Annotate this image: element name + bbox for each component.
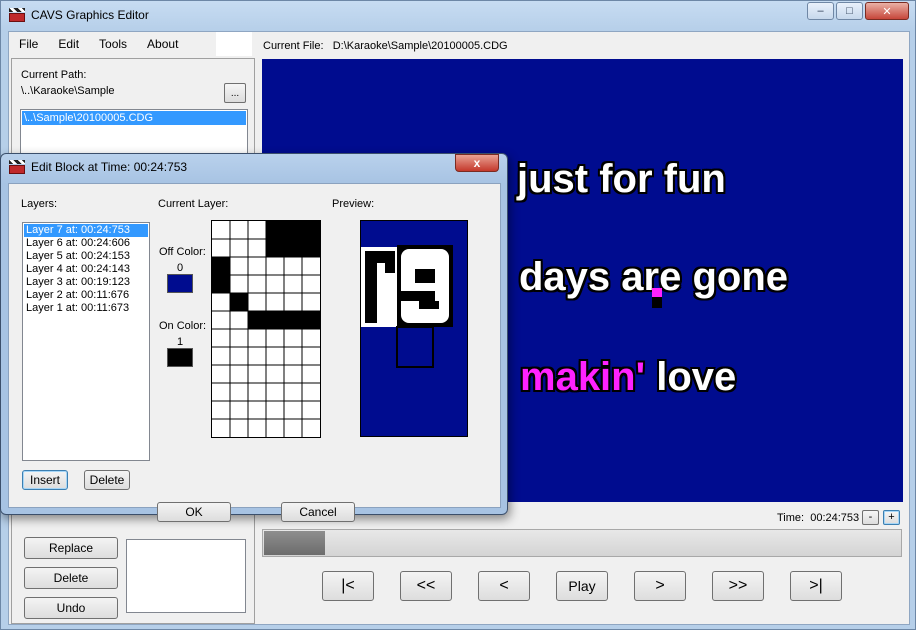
minimize-button[interactable]: – [807, 2, 834, 20]
block-preview [360, 220, 468, 437]
menu-tools[interactable]: Tools [89, 32, 137, 56]
step-back-button[interactable]: < [478, 571, 530, 601]
layer-list-item[interactable]: Layer 7 at: 00:24:753 [24, 224, 148, 237]
time-value: 00:24:753 [810, 512, 860, 524]
title-bar: CAVS Graphics Editor [9, 5, 149, 25]
menu-file[interactable]: File [9, 32, 48, 56]
layers-list[interactable]: Layer 7 at: 00:24:753 Layer 6 at: 00:24:6… [22, 222, 150, 461]
fast-forward-button[interactable]: >> [712, 571, 764, 601]
layer-list-item[interactable]: Layer 5 at: 00:24:153 [24, 250, 148, 263]
pixel-grid-canvas[interactable] [212, 221, 320, 437]
maximize-button[interactable]: □ [836, 2, 863, 20]
dialog-title-bar: Edit Block at Time: 00:24:753 [9, 160, 187, 174]
time-decrement-button[interactable]: - [862, 510, 879, 525]
current-file-caption: Current File: [263, 40, 324, 52]
lyric-line-3-highlighted: makin' [520, 355, 646, 399]
pixel-grid-editor[interactable] [211, 220, 321, 438]
current-path-value: \..\Karaoke\Sample [21, 85, 115, 97]
edit-block-dialog: Edit Block at Time: 00:24:753 x Layers: … [0, 153, 508, 522]
current-file-label: Current File: D:\Karaoke\Sample\20100005… [263, 40, 508, 52]
lyric-line-1: just for fun [517, 157, 726, 202]
close-button[interactable]: ✕ [865, 2, 909, 20]
goto-start-button[interactable]: |< [322, 571, 374, 601]
layer-list-item[interactable]: Layer 2 at: 00:11:676 [24, 289, 148, 302]
current-file-value: D:\Karaoke\Sample\20100005.CDG [332, 40, 508, 52]
clapperboard-icon [9, 160, 25, 174]
lyric-line-3: makin' love [520, 355, 736, 400]
menu-spacer [216, 32, 252, 56]
delete-layer-button[interactable]: Delete [84, 470, 130, 490]
time-readout: Time: 00:24:753 [777, 512, 859, 524]
replace-button[interactable]: Replace [24, 537, 118, 559]
goto-end-button[interactable]: >| [790, 571, 842, 601]
undo-button[interactable]: Undo [24, 597, 118, 619]
window-title: CAVS Graphics Editor [31, 8, 149, 22]
menu-edit[interactable]: Edit [48, 32, 89, 56]
rewind-button[interactable]: << [400, 571, 452, 601]
timeline-thumb[interactable] [264, 531, 325, 555]
on-color-index: 1 [177, 336, 184, 348]
preview-label: Preview: [332, 198, 375, 210]
time-caption: Time: [777, 512, 805, 524]
ok-button[interactable]: OK [157, 502, 231, 522]
current-path-label: Current Path: [21, 69, 87, 81]
timeline-track[interactable] [262, 529, 902, 557]
layer-list-item[interactable]: Layer 6 at: 00:24:606 [24, 237, 148, 250]
layer-list-item[interactable]: Layer 1 at: 00:11:673 [24, 302, 148, 315]
lyric-line-3-text: love [645, 355, 737, 399]
cancel-button[interactable]: Cancel [281, 502, 355, 522]
window-controls: – □ ✕ [807, 2, 909, 20]
time-increment-button[interactable]: + [883, 510, 900, 525]
play-button[interactable]: Play [556, 571, 608, 601]
layer-list-item[interactable]: Layer 4 at: 00:24:143 [24, 263, 148, 276]
on-color-label: On Color: [159, 320, 207, 332]
dialog-close-button[interactable]: x [455, 154, 499, 172]
file-list-item[interactable]: \..\Sample\20100005.CDG [22, 111, 246, 125]
on-color-swatch[interactable] [167, 348, 193, 367]
off-color-index: 0 [177, 262, 184, 274]
history-list[interactable] [126, 539, 246, 613]
clapperboard-icon [9, 8, 25, 22]
dialog-title: Edit Block at Time: 00:24:753 [31, 160, 188, 174]
menu-bar: File Edit Tools About [9, 32, 252, 56]
menu-about[interactable]: About [137, 32, 188, 56]
preview-canvas [361, 245, 453, 368]
off-color-label: Off Color: [159, 246, 206, 258]
insert-layer-button[interactable]: Insert [22, 470, 68, 490]
step-forward-button[interactable]: > [634, 571, 686, 601]
delete-button[interactable]: Delete [24, 567, 118, 589]
highlight-cursor-block [652, 288, 662, 308]
layer-list-item[interactable]: Layer 3 at: 00:19:123 [24, 276, 148, 289]
layers-label: Layers: [21, 198, 58, 210]
lyric-line-1-text: just for fun [517, 157, 726, 201]
current-layer-label: Current Layer: [158, 198, 229, 210]
off-color-swatch[interactable] [167, 274, 193, 293]
browse-button[interactable]: ... [224, 83, 246, 103]
dialog-client: Layers: Current Layer: Preview: Layer 7 … [8, 183, 501, 522]
